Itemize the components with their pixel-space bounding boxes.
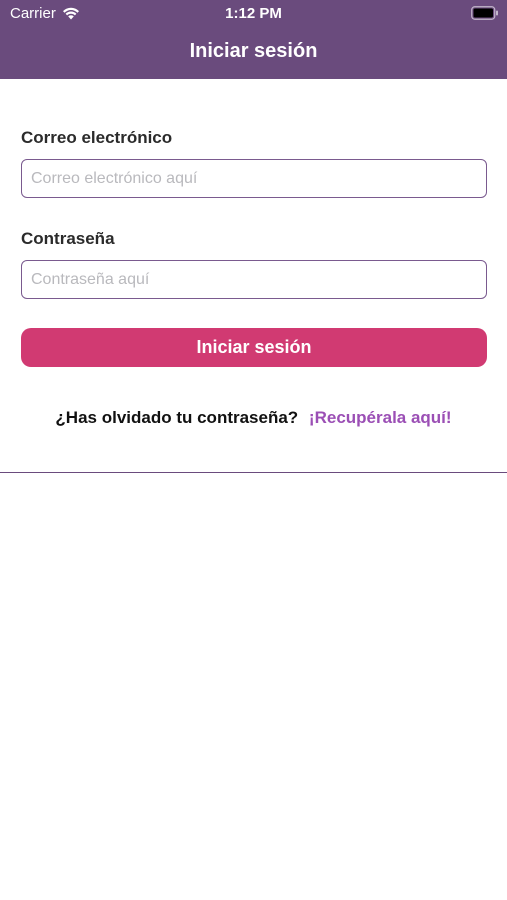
status-bar: Carrier 1:12 PM — [0, 0, 507, 28]
login-form: Correo electrónico Contraseña Iniciar se… — [21, 128, 487, 367]
password-field[interactable] — [21, 260, 487, 299]
battery-icon — [471, 6, 499, 20]
login-screen: Carrier 1:12 PM Iniciar sesión Correo el… — [0, 0, 507, 900]
status-time: 1:12 PM — [225, 5, 282, 22]
divider — [0, 472, 507, 473]
page-title: Iniciar sesión — [189, 40, 318, 62]
password-label: Contraseña — [21, 229, 115, 248]
email-group: Correo electrónico — [21, 128, 487, 198]
forgot-password-text: ¿Has olvidado tu contraseña? — [55, 408, 299, 427]
email-field[interactable] — [21, 159, 487, 198]
email-label: Correo electrónico — [21, 128, 173, 147]
recover-password-link[interactable]: ¡Recupérala aquí! — [309, 408, 452, 427]
top-bar: Carrier 1:12 PM Iniciar sesión — [0, 0, 507, 79]
login-button[interactable]: Iniciar sesión — [21, 328, 487, 367]
password-group: Contraseña — [21, 229, 487, 299]
forgot-password-row: ¿Has olvidado tu contraseña? ¡Recupérala… — [0, 408, 507, 428]
